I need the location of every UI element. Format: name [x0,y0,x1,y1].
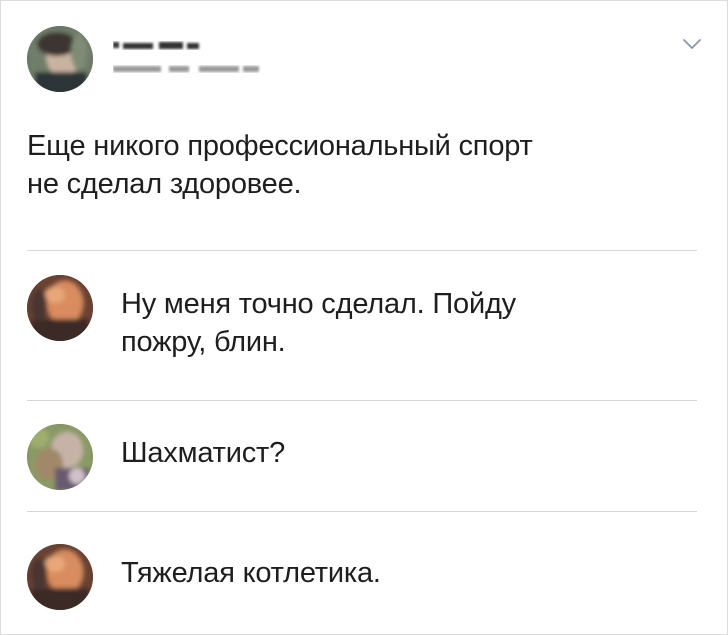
comment-item: Ну меня точно сделал. Пойду пожру, блин. [1,251,727,400]
comment-text-line: пожру, блин. [121,326,286,358]
comment-text: Тяжелая котлетика. [121,554,681,592]
avatar-image [27,275,93,341]
comment-avatar[interactable] [27,424,93,490]
blurred-text-graphic [113,42,199,49]
comment-item: Шахматист? [1,401,727,511]
post-text: Еще никого профессиональный спорт не сде… [27,127,697,203]
author-name-blurred[interactable] [113,39,203,51]
comment-item: Тяжелая котлетика. [1,512,727,634]
comment-text: Ну меня точно сделал. Пойду пожру, блин. [121,285,681,361]
avatar-image [27,544,93,610]
avatar-image [27,424,93,490]
post-header [1,1,727,101]
comment-text-line: Шахматист? [121,437,286,469]
chevron-down-icon[interactable] [682,37,702,51]
comment-text-line: Тяжелая котлетика. [121,557,381,589]
post-text-line: Еще никого профессиональный спорт [27,130,533,162]
comment-text-line: Ну меня точно сделал. Пойду [121,288,516,320]
comment-text: Шахматист? [121,434,681,472]
chevron-down-graphic [683,39,701,49]
blurred-meta-graphic [113,66,259,72]
comment-avatar[interactable] [27,544,93,610]
avatar-image [27,26,93,92]
post-author-avatar[interactable] [27,26,93,92]
comment-avatar[interactable] [27,275,93,341]
post-card: Еще никого профессиональный спорт не сде… [0,0,728,635]
post-text-line: не сделал здоровее. [27,168,302,200]
post-meta-blurred [113,61,263,72]
